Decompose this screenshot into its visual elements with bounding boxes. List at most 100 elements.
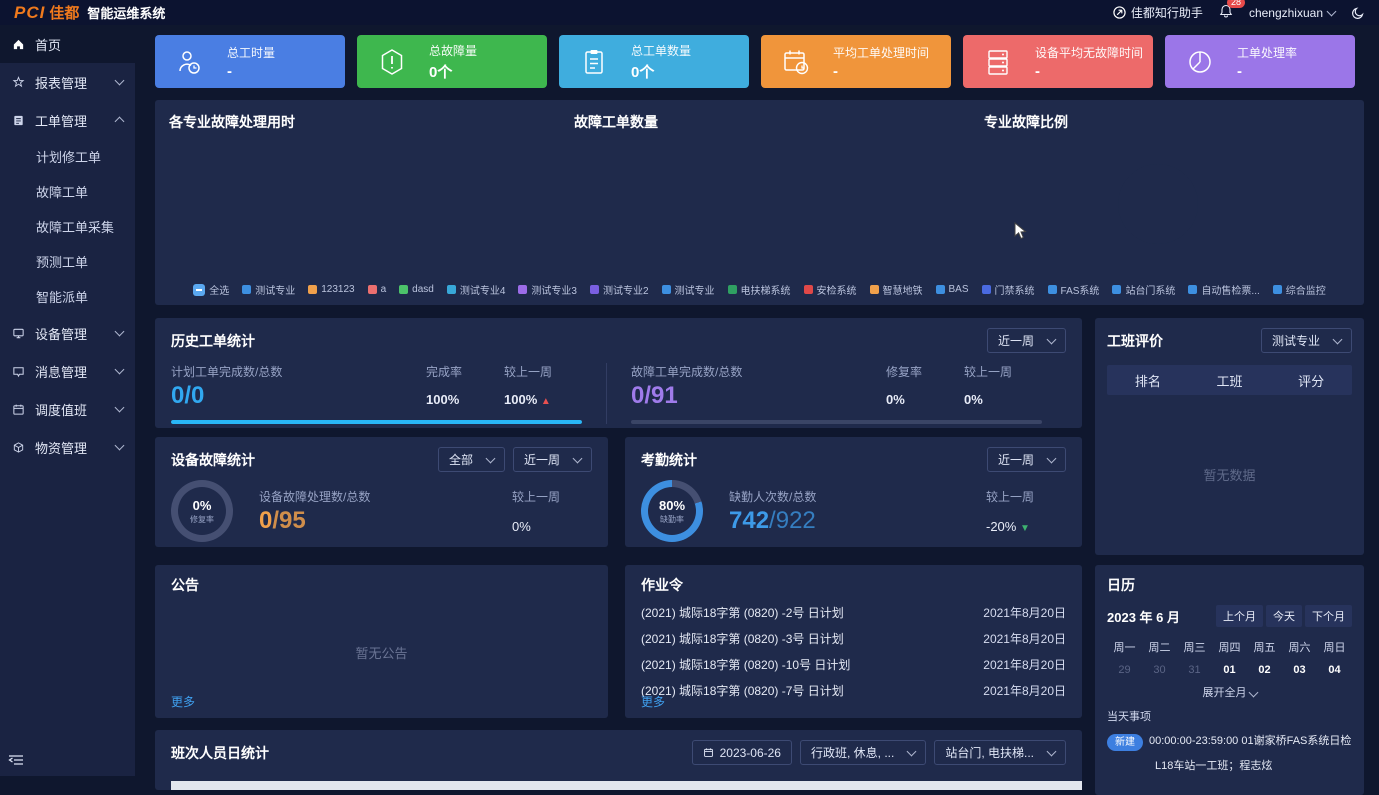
legend-item[interactable]: 综合监控 bbox=[1273, 282, 1326, 297]
calendar-day[interactable]: 01 bbox=[1212, 664, 1247, 676]
repair-rate-gauge: 0%修复率 bbox=[171, 480, 233, 542]
alert-hexagon-icon bbox=[377, 47, 407, 77]
arrow-down-icon: ▼ bbox=[1020, 523, 1030, 534]
chevron-down-icon bbox=[115, 403, 125, 413]
legend-item[interactable]: 测试专业 bbox=[662, 282, 715, 297]
sidebar-item-devices[interactable]: 设备管理 bbox=[0, 314, 135, 352]
history-range-select[interactable]: 近一周 bbox=[987, 328, 1066, 353]
absence-rate-gauge: 80%缺勤率 bbox=[641, 480, 703, 542]
sidebar-collapse-button[interactable] bbox=[8, 753, 24, 772]
chevron-down-icon bbox=[1333, 334, 1343, 344]
attendance-range-select[interactable]: 近一周 bbox=[987, 447, 1066, 472]
shift-system-select[interactable]: 站台门, 电扶梯... bbox=[934, 740, 1066, 765]
home-icon bbox=[12, 38, 25, 51]
legend-item[interactable]: 123123 bbox=[308, 282, 354, 297]
sidebar-item-dispatch-duty[interactable]: 调度值班 bbox=[0, 390, 135, 428]
assistant-button[interactable]: 佳都知行助手 bbox=[1113, 4, 1203, 21]
legend-item[interactable]: 门禁系统 bbox=[982, 282, 1035, 297]
calendar-day[interactable]: 02 bbox=[1247, 664, 1282, 676]
sidebar-item-home[interactable]: 首页 bbox=[0, 25, 135, 63]
device-range-select[interactable]: 近一周 bbox=[513, 447, 592, 472]
panel-title: 日历 bbox=[1107, 575, 1352, 595]
legend-item[interactable]: 站台门系统 bbox=[1112, 282, 1175, 297]
panel-title: 考勤统计 bbox=[641, 450, 697, 470]
sidebar-item-reports[interactable]: 报表管理 bbox=[0, 63, 135, 101]
date-picker[interactable]: 2023-06-26 bbox=[692, 740, 792, 765]
legend-item[interactable]: 安检系统 bbox=[804, 282, 857, 297]
order-date: 2021年8月20日 bbox=[983, 630, 1066, 647]
weekday-label: 周三 bbox=[1177, 639, 1212, 655]
sidebar-subitem-planned-workorder[interactable]: 计划修工单 bbox=[0, 139, 135, 174]
legend-item[interactable]: dasd bbox=[399, 282, 434, 297]
calendar-day[interactable]: 30 bbox=[1142, 664, 1177, 676]
device-icon bbox=[12, 327, 25, 340]
legend-swatch bbox=[936, 285, 945, 294]
sidebar-item-workorders[interactable]: 工单管理 bbox=[0, 101, 135, 139]
checkbox-icon bbox=[193, 284, 205, 296]
order-name: (2021) 城际18字第 (0820) -10号 日计划 bbox=[641, 656, 850, 673]
next-month-button[interactable]: 下个月 bbox=[1305, 605, 1352, 627]
shift-table-area bbox=[171, 781, 1082, 790]
device-scope-select[interactable]: 全部 bbox=[438, 447, 505, 472]
calendar-day[interactable]: 04 bbox=[1317, 664, 1352, 676]
legend-label: 测试专业3 bbox=[531, 282, 577, 297]
dark-mode-toggle[interactable] bbox=[1351, 6, 1365, 20]
calendar-day[interactable]: 03 bbox=[1282, 664, 1317, 676]
legend-item[interactable]: a bbox=[368, 282, 387, 297]
legend-item[interactable]: 自动售检票... bbox=[1188, 282, 1259, 297]
sidebar-subitem-fault-workorder[interactable]: 故障工单 bbox=[0, 174, 135, 209]
orders-more-link[interactable]: 更多 bbox=[641, 693, 665, 710]
sidebar-subitem-smart-dispatch[interactable]: 智能派单 bbox=[0, 279, 135, 314]
legend-item[interactable]: 电扶梯系统 bbox=[728, 282, 791, 297]
legend-item[interactable]: BAS bbox=[936, 282, 969, 297]
calendar-clock-icon bbox=[781, 47, 811, 77]
team-evaluation-panel: 工班评价 测试专业 排名 工班 评分 暂无数据 bbox=[1095, 318, 1364, 555]
legend-item[interactable]: 智慧地铁 bbox=[870, 282, 923, 297]
select-value: 近一周 bbox=[524, 451, 560, 468]
work-order-row[interactable]: (2021) 城际18字第 (0820) -3号 日计划2021年8月20日 bbox=[641, 630, 1066, 647]
line-chart-fault-count bbox=[574, 134, 974, 286]
chevron-down-icon bbox=[1327, 6, 1337, 16]
work-order-row[interactable]: (2021) 城际18字第 (0820) -10号 日计划2021年8月20日 bbox=[641, 656, 1066, 673]
work-order-row[interactable]: (2021) 城际18字第 (0820) -7号 日计划2021年8月20日 bbox=[641, 682, 1066, 699]
legend-label: 智慧地铁 bbox=[883, 282, 923, 297]
calendar-icon bbox=[703, 747, 714, 758]
sidebar-subitem-predict-workorder[interactable]: 预测工单 bbox=[0, 244, 135, 279]
shift-type-select[interactable]: 行政班, 休息, ... bbox=[800, 740, 926, 765]
legend-select-all[interactable]: 全选 bbox=[193, 282, 229, 297]
work-order-row[interactable]: (2021) 城际18字第 (0820) -2号 日计划2021年8月20日 bbox=[641, 604, 1066, 621]
today-button[interactable]: 今天 bbox=[1266, 605, 1302, 627]
expand-month-link[interactable]: 展开全月 bbox=[1107, 684, 1352, 700]
today-events-label: 当天事项 bbox=[1107, 708, 1352, 724]
sidebar-subitem-fault-collection[interactable]: 故障工单采集 bbox=[0, 209, 135, 244]
top-bar: PCI 佳都 智能运维系统 佳都知行助手 28 chengzhixuan bbox=[0, 0, 1379, 25]
notifications-button[interactable]: 28 bbox=[1219, 4, 1233, 21]
date-value: 2023-06-26 bbox=[720, 746, 781, 760]
prev-month-button[interactable]: 上个月 bbox=[1216, 605, 1263, 627]
user-menu[interactable]: chengzhixuan bbox=[1249, 6, 1335, 20]
chevron-up-icon bbox=[115, 117, 125, 127]
brand-name: 佳都 bbox=[49, 2, 79, 23]
evaluation-filter-select[interactable]: 测试专业 bbox=[1261, 328, 1352, 353]
legend-item[interactable]: 测试专业2 bbox=[590, 282, 649, 297]
order-name: (2021) 城际18字第 (0820) -7号 日计划 bbox=[641, 682, 844, 699]
calendar-day[interactable]: 29 bbox=[1107, 664, 1142, 676]
legend-swatch bbox=[308, 285, 317, 294]
worker-clock-icon bbox=[175, 47, 205, 77]
weekday-label: 周一 bbox=[1107, 639, 1142, 655]
legend-item[interactable]: 测试专业3 bbox=[518, 282, 577, 297]
legend-item[interactable]: 测试专业4 bbox=[447, 282, 506, 297]
donut-chart bbox=[1096, 142, 1220, 266]
sidebar-item-messages[interactable]: 消息管理 bbox=[0, 352, 135, 390]
calendar-day[interactable]: 31 bbox=[1177, 664, 1212, 676]
panel-title: 历史工单统计 bbox=[171, 331, 255, 351]
legend-item[interactable]: FAS系统 bbox=[1048, 282, 1100, 297]
panel-title: 班次人员日统计 bbox=[171, 743, 269, 763]
sidebar-item-materials[interactable]: 物资管理 bbox=[0, 428, 135, 466]
legend-item[interactable]: 测试专业 bbox=[242, 282, 295, 297]
legend-label: 123123 bbox=[321, 284, 354, 295]
notice-more-link[interactable]: 更多 bbox=[171, 693, 195, 710]
legend-label: dasd bbox=[412, 284, 434, 295]
legend-label: 测试专业 bbox=[675, 282, 715, 297]
calendar-event[interactable]: 新建 00:00:00-23:59:00 01谢家桥FAS系统日检 bbox=[1107, 734, 1352, 751]
